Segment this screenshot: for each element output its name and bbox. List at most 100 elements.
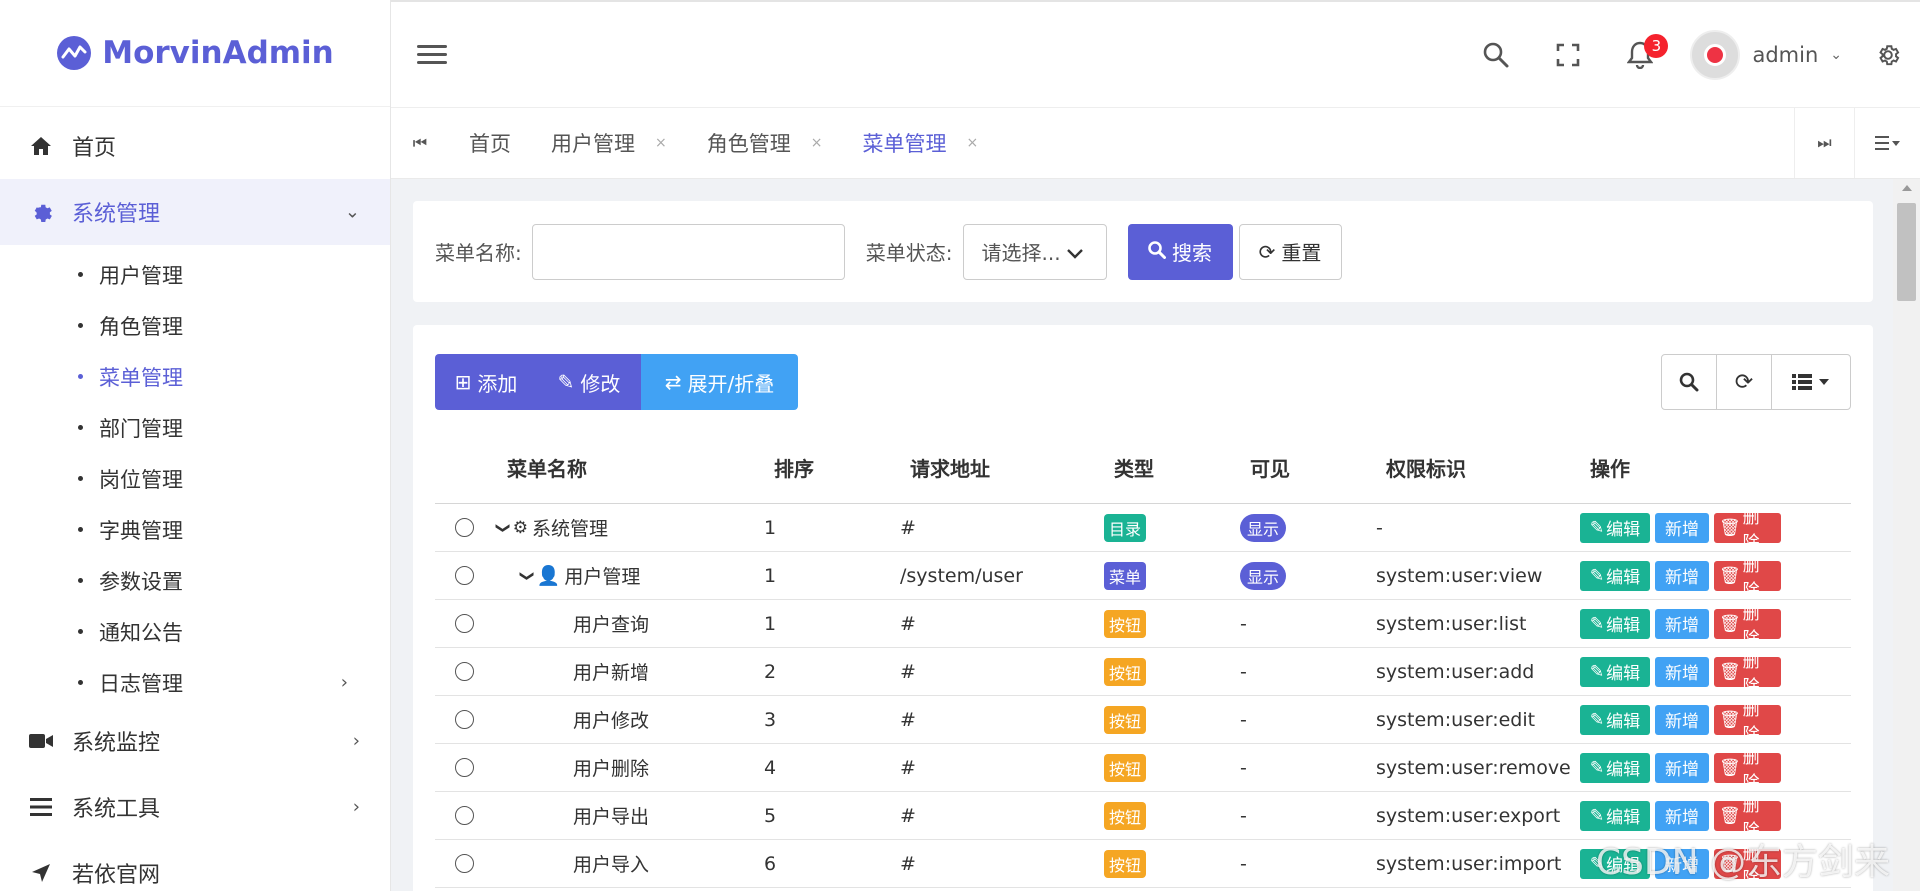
sidebar-subitem-dept[interactable]: 部门管理: [0, 402, 390, 453]
button-label: 编辑: [1606, 712, 1641, 732]
tab-label: 角色管理: [706, 132, 791, 156]
menu-name-label: 菜单名称:: [435, 241, 522, 265]
row-add-button[interactable]: 新增: [1655, 608, 1709, 639]
table-columns-icon[interactable]: [1772, 355, 1850, 409]
row-add-button[interactable]: 新增: [1655, 560, 1709, 591]
row-add-button[interactable]: 新增: [1655, 704, 1709, 735]
settings-gear-icon[interactable]: [1856, 2, 1920, 107]
chevron-down-icon[interactable]: ❯: [519, 570, 535, 582]
cell-visible: -: [1240, 852, 1247, 875]
reset-button[interactable]: ⟳ 重置: [1238, 223, 1342, 280]
sidebar-subitem-menu[interactable]: 菜单管理: [0, 351, 390, 402]
row-edit-button[interactable]: ✎ 编辑: [1580, 608, 1650, 639]
table-row[interactable]: ❯ 👤 用户管理 1 /system/user 菜单 显示 system:user:…: [435, 552, 1851, 601]
sidebar-subitem-user[interactable]: 用户管理: [0, 249, 390, 300]
edit-icon: ✎: [1589, 517, 1605, 538]
sidebar-item-website[interactable]: 若依官网: [0, 840, 390, 891]
close-icon[interactable]: ×: [966, 135, 978, 151]
refresh-icon: ⟳: [1258, 239, 1276, 264]
expand-collapse-button[interactable]: ⇄ 展开/折叠: [641, 354, 798, 410]
search-icon[interactable]: [1460, 2, 1532, 107]
sidebar-item-monitor[interactable]: 系统监控 ›: [0, 708, 390, 774]
page-scrollbar[interactable]: [1893, 179, 1920, 891]
tabs-options-icon[interactable]: [1854, 108, 1920, 178]
table-row[interactable]: ❯ ⚙ 系统管理 1 # 目录 显示 - ✎ 编辑 新增 🗑 删除: [435, 504, 1851, 553]
sidebar-subitem-role[interactable]: 角色管理: [0, 300, 390, 351]
sidebar-subitem-log[interactable]: 日志管理 ›: [0, 657, 390, 708]
app-logo[interactable]: MorvinAdmin: [0, 0, 390, 107]
close-icon[interactable]: ×: [811, 135, 823, 151]
user-menu[interactable]: admin ⌄: [1676, 2, 1856, 107]
row-delete-button[interactable]: 🗑 删除: [1714, 604, 1781, 649]
row-delete-button[interactable]: 🗑 删除: [1714, 796, 1781, 841]
hamburger-menu-icon[interactable]: [417, 45, 447, 64]
row-delete-button[interactable]: 🗑 删除: [1714, 508, 1781, 553]
row-radio[interactable]: [454, 614, 474, 633]
row-edit-button[interactable]: ✎ 编辑: [1580, 656, 1650, 687]
tabs-right-controls: ⏭: [1794, 108, 1920, 178]
close-icon[interactable]: ×: [655, 135, 667, 151]
edit-icon: ✎: [1589, 613, 1605, 634]
cell-visible: -: [1240, 804, 1247, 827]
tabs-scroll-right-icon[interactable]: ⏭: [1794, 108, 1854, 178]
row-add-button[interactable]: 新增: [1655, 800, 1709, 831]
table-row[interactable]: 用户修改 3 # 按钮 - system:user:edit ✎ 编辑 新增 🗑 删除: [435, 696, 1851, 745]
row-add-button[interactable]: 新增: [1655, 512, 1709, 543]
row-radio[interactable]: [454, 806, 474, 825]
sidebar-item-system[interactable]: 系统管理 ⌄: [0, 179, 390, 245]
tab-role[interactable]: 角色管理 ×: [687, 108, 843, 178]
row-radio[interactable]: [454, 758, 474, 777]
sidebar-subitem-notice[interactable]: 通知公告: [0, 606, 390, 657]
notification-bell-icon[interactable]: 3: [1604, 2, 1676, 107]
sidebar-item-label: 若依官网: [72, 863, 161, 888]
menu-status-select[interactable]: 请选择...: [962, 223, 1107, 280]
row-delete-button[interactable]: 🗑 删除: [1714, 700, 1781, 745]
row-radio[interactable]: [454, 710, 474, 729]
row-edit-button[interactable]: ✎ 编辑: [1580, 560, 1650, 591]
row-add-button[interactable]: 新增: [1655, 752, 1709, 783]
button-label: 重置: [1281, 241, 1322, 265]
fullscreen-icon[interactable]: [1532, 2, 1604, 107]
sidebar-item-tools[interactable]: 系统工具 ›: [0, 774, 390, 840]
add-button[interactable]: ⊞ 添加: [435, 354, 537, 410]
table-refresh-icon[interactable]: ⟳: [1717, 355, 1772, 409]
avatar: [1690, 29, 1741, 80]
row-edit-button[interactable]: ✎ 编辑: [1580, 512, 1650, 543]
row-add-button[interactable]: 新增: [1655, 656, 1709, 687]
scroll-up-arrow-icon[interactable]: [1901, 185, 1912, 191]
row-radio[interactable]: [454, 662, 474, 681]
cell-perm: system:user:edit: [1376, 708, 1536, 731]
sidebar-subitem-dict[interactable]: 字典管理: [0, 504, 390, 555]
sidebar-item-label: 系统管理: [72, 202, 161, 227]
table-row[interactable]: 用户删除 4 # 按钮 - system:user:remove ✎ 编辑 新增 🗑 删…: [435, 744, 1851, 793]
sidebar-subitem-config[interactable]: 参数设置: [0, 555, 390, 606]
menu-name-input[interactable]: [531, 223, 845, 280]
tab-user[interactable]: 用户管理 ×: [531, 108, 687, 178]
row-delete-button[interactable]: 🗑 删除: [1714, 748, 1781, 793]
chevron-down-icon[interactable]: ❯: [495, 522, 511, 534]
sidebar-item-home[interactable]: 首页: [0, 113, 390, 179]
cell-order: 6: [764, 852, 777, 875]
search-button[interactable]: 搜索: [1127, 223, 1233, 280]
tab-menu[interactable]: 菜单管理 ×: [842, 108, 998, 178]
sidebar-subitem-label: 通知公告: [99, 620, 183, 645]
plus-square-icon: ⊞: [454, 370, 472, 394]
row-edit-button[interactable]: ✎ 编辑: [1580, 752, 1650, 783]
row-edit-button[interactable]: ✎ 编辑: [1580, 704, 1650, 735]
trash-icon: 🗑: [1719, 805, 1741, 826]
row-delete-button[interactable]: 🗑 删除: [1714, 556, 1781, 601]
row-edit-button[interactable]: ✎ 编辑: [1580, 800, 1650, 831]
row-delete-button[interactable]: 🗑 删除: [1714, 652, 1781, 697]
table-row[interactable]: 用户查询 1 # 按钮 - system:user:list ✎ 编辑 新增 🗑 删除: [435, 600, 1851, 649]
row-radio[interactable]: [454, 566, 474, 585]
table-row[interactable]: 用户新增 2 # 按钮 - system:user:add ✎ 编辑 新增 🗑 删除: [435, 648, 1851, 697]
scrollbar-thumb[interactable]: [1897, 203, 1916, 301]
edit-button[interactable]: ✎ 修改: [537, 354, 641, 410]
cell-name: 用户管理: [564, 566, 641, 588]
table-search-icon[interactable]: [1662, 355, 1717, 409]
tab-home[interactable]: 首页: [449, 108, 531, 178]
tabs-scroll-left-icon[interactable]: ⏮: [391, 108, 449, 178]
row-radio[interactable]: [454, 854, 474, 873]
sidebar-subitem-post[interactable]: 岗位管理: [0, 453, 390, 504]
row-radio[interactable]: [454, 518, 474, 537]
